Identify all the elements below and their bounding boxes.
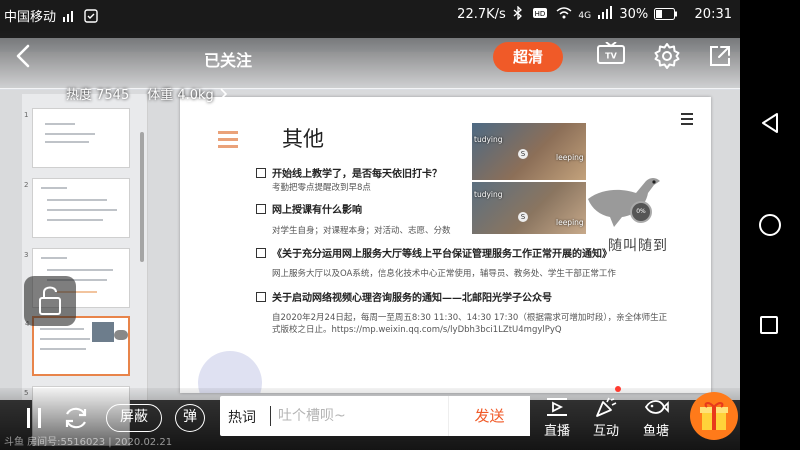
slide-bullet-detail: 式版校之日止。https://mp.weixin.qq.com/s/lyDbh3… — [272, 325, 562, 335]
block-danmu-button[interactable]: 屏蔽 — [106, 404, 162, 432]
meme-caption: leeping — [556, 153, 584, 162]
notification-icon — [84, 9, 98, 23]
fish-pond-label: 鱼塘 — [642, 424, 669, 439]
live-label: 直播 — [543, 424, 570, 439]
slide-bullet-detail: 对学生自身；对课程本身；对活动、志愿、分数 — [272, 226, 451, 236]
meme-image: tudying leeping S — [472, 123, 586, 180]
thumbnail-number: 2 — [24, 181, 29, 189]
nav-recent-apps-icon[interactable] — [760, 316, 778, 334]
follow-status-button[interactable]: 已关注 — [204, 47, 252, 71]
gear-icon[interactable] — [653, 42, 681, 70]
room-watermark: 斗鱼 房间号:5516023 | 2020.02.21 — [4, 437, 173, 448]
loading-badge: 0% — [630, 201, 652, 223]
slide-bullet: 《关于充分运用网上服务大厅等线上平台保证管理服务工作正常开展的通知》 — [256, 245, 612, 260]
refresh-icon[interactable] — [62, 404, 90, 432]
gift-button[interactable] — [690, 392, 738, 440]
fish-icon — [644, 400, 669, 414]
wifi-icon — [556, 7, 572, 19]
unlock-icon — [39, 286, 61, 315]
interact-button[interactable]: 互动 — [586, 396, 626, 444]
slide-bullet-detail: 考勤把零点提醒改到早8点 — [272, 183, 371, 193]
slide-bullet: 开始线上教学了，是否每天依旧打卡？ — [256, 165, 442, 180]
live-icon — [547, 398, 567, 416]
heat-label: 热度 7545 — [66, 88, 130, 103]
meme-caption: tudying — [474, 135, 503, 144]
slide-decoration-circle — [198, 351, 262, 393]
pigeon-logo-icon — [588, 178, 660, 227]
slide-menu-icon — [681, 113, 693, 128]
battery-percent: 30% — [619, 7, 649, 22]
signal-icon — [598, 6, 613, 19]
fish-pond-button[interactable]: 鱼塘 — [636, 396, 676, 444]
nav-home-icon[interactable] — [759, 214, 781, 236]
live-button[interactable]: 直播 — [537, 396, 577, 444]
interact-label: 互动 — [592, 424, 619, 439]
share-icon[interactable] — [708, 44, 732, 68]
cellular-icon — [63, 11, 74, 22]
net-speed-label: 22.7K/s — [457, 7, 506, 22]
player-top-bar: 已关注 超清 TV — [0, 30, 740, 88]
quality-button[interactable]: 超清 — [493, 42, 563, 72]
meme-caption: leeping — [556, 218, 584, 227]
weight-label: 体重 4.0kg — [147, 88, 214, 103]
nav-back-icon[interactable] — [760, 112, 780, 134]
meme-caption: tudying — [474, 190, 503, 199]
status-bar: 中国移动 22.7K/s HD 4G 30% 20:31 — [0, 0, 740, 30]
comment-input[interactable] — [278, 401, 438, 431]
battery-icon — [654, 8, 678, 20]
party-popper-icon — [596, 397, 617, 417]
slide-thumbnail: 1 — [24, 108, 130, 168]
slide-decoration-icon — [218, 131, 238, 152]
thumbnail-number: 3 — [24, 251, 29, 259]
room-stats[interactable]: 热度 7545 体重 4.0kg — [66, 84, 228, 103]
logo-text: 随叫随到 — [608, 238, 668, 254]
svg-text:HD: HD — [535, 10, 546, 18]
danmu-toggle-button[interactable]: 弹 — [175, 404, 205, 432]
network-type-label: 4G — [578, 11, 592, 21]
slide-bullet-detail: 网上服务大厅以及OA系统，信息化技术中心正常使用，辅导员、教务处、学生干部正常工… — [272, 269, 616, 279]
divider — [270, 406, 271, 426]
thumbnail-scrollbar — [140, 132, 144, 262]
send-button[interactable]: 发送 — [448, 396, 530, 436]
tv-cast-icon[interactable]: TV — [596, 42, 626, 68]
back-arrow-icon[interactable] — [10, 42, 38, 70]
slide-title: 其他 — [282, 127, 324, 151]
gift-icon — [700, 402, 728, 430]
notification-dot — [615, 386, 621, 392]
pause-icon[interactable] — [20, 404, 48, 432]
meme-label: S — [518, 212, 528, 222]
chevron-right-icon — [220, 88, 227, 100]
screen-lock-button[interactable] — [24, 276, 76, 326]
thumbnail-number: 1 — [24, 111, 29, 119]
meme-image: tudying leeping S — [472, 182, 586, 234]
bluetooth-icon — [513, 6, 522, 20]
slide-thumbnail-panel: 1 2 3 4 5 — [22, 94, 148, 446]
slide-canvas: 其他 开始线上教学了，是否每天依旧打卡？ 考勤把零点提醒改到早8点 网上授课有什… — [180, 97, 711, 393]
slide-thumbnail: 2 — [24, 178, 130, 238]
system-nav-bar — [740, 0, 800, 450]
hot-words-button[interactable]: 热词 — [228, 407, 256, 427]
hd-icon: HD — [533, 8, 548, 18]
carrier-label: 中国移动 — [4, 10, 57, 25]
meme-label: S — [518, 149, 528, 159]
svg-text:TV: TV — [605, 52, 617, 61]
slide-bullet: 关于启动网络视频心理咨询服务的通知——北邮阳光学子公众号 — [256, 289, 552, 304]
slide-bullet: 网上授课有什么影响 — [256, 201, 362, 216]
clock: 20:31 — [694, 7, 732, 22]
slide-bullet-detail: 自2020年2月24日起，每周一至周五8:30 11:30、14:30 17:3… — [272, 313, 668, 323]
